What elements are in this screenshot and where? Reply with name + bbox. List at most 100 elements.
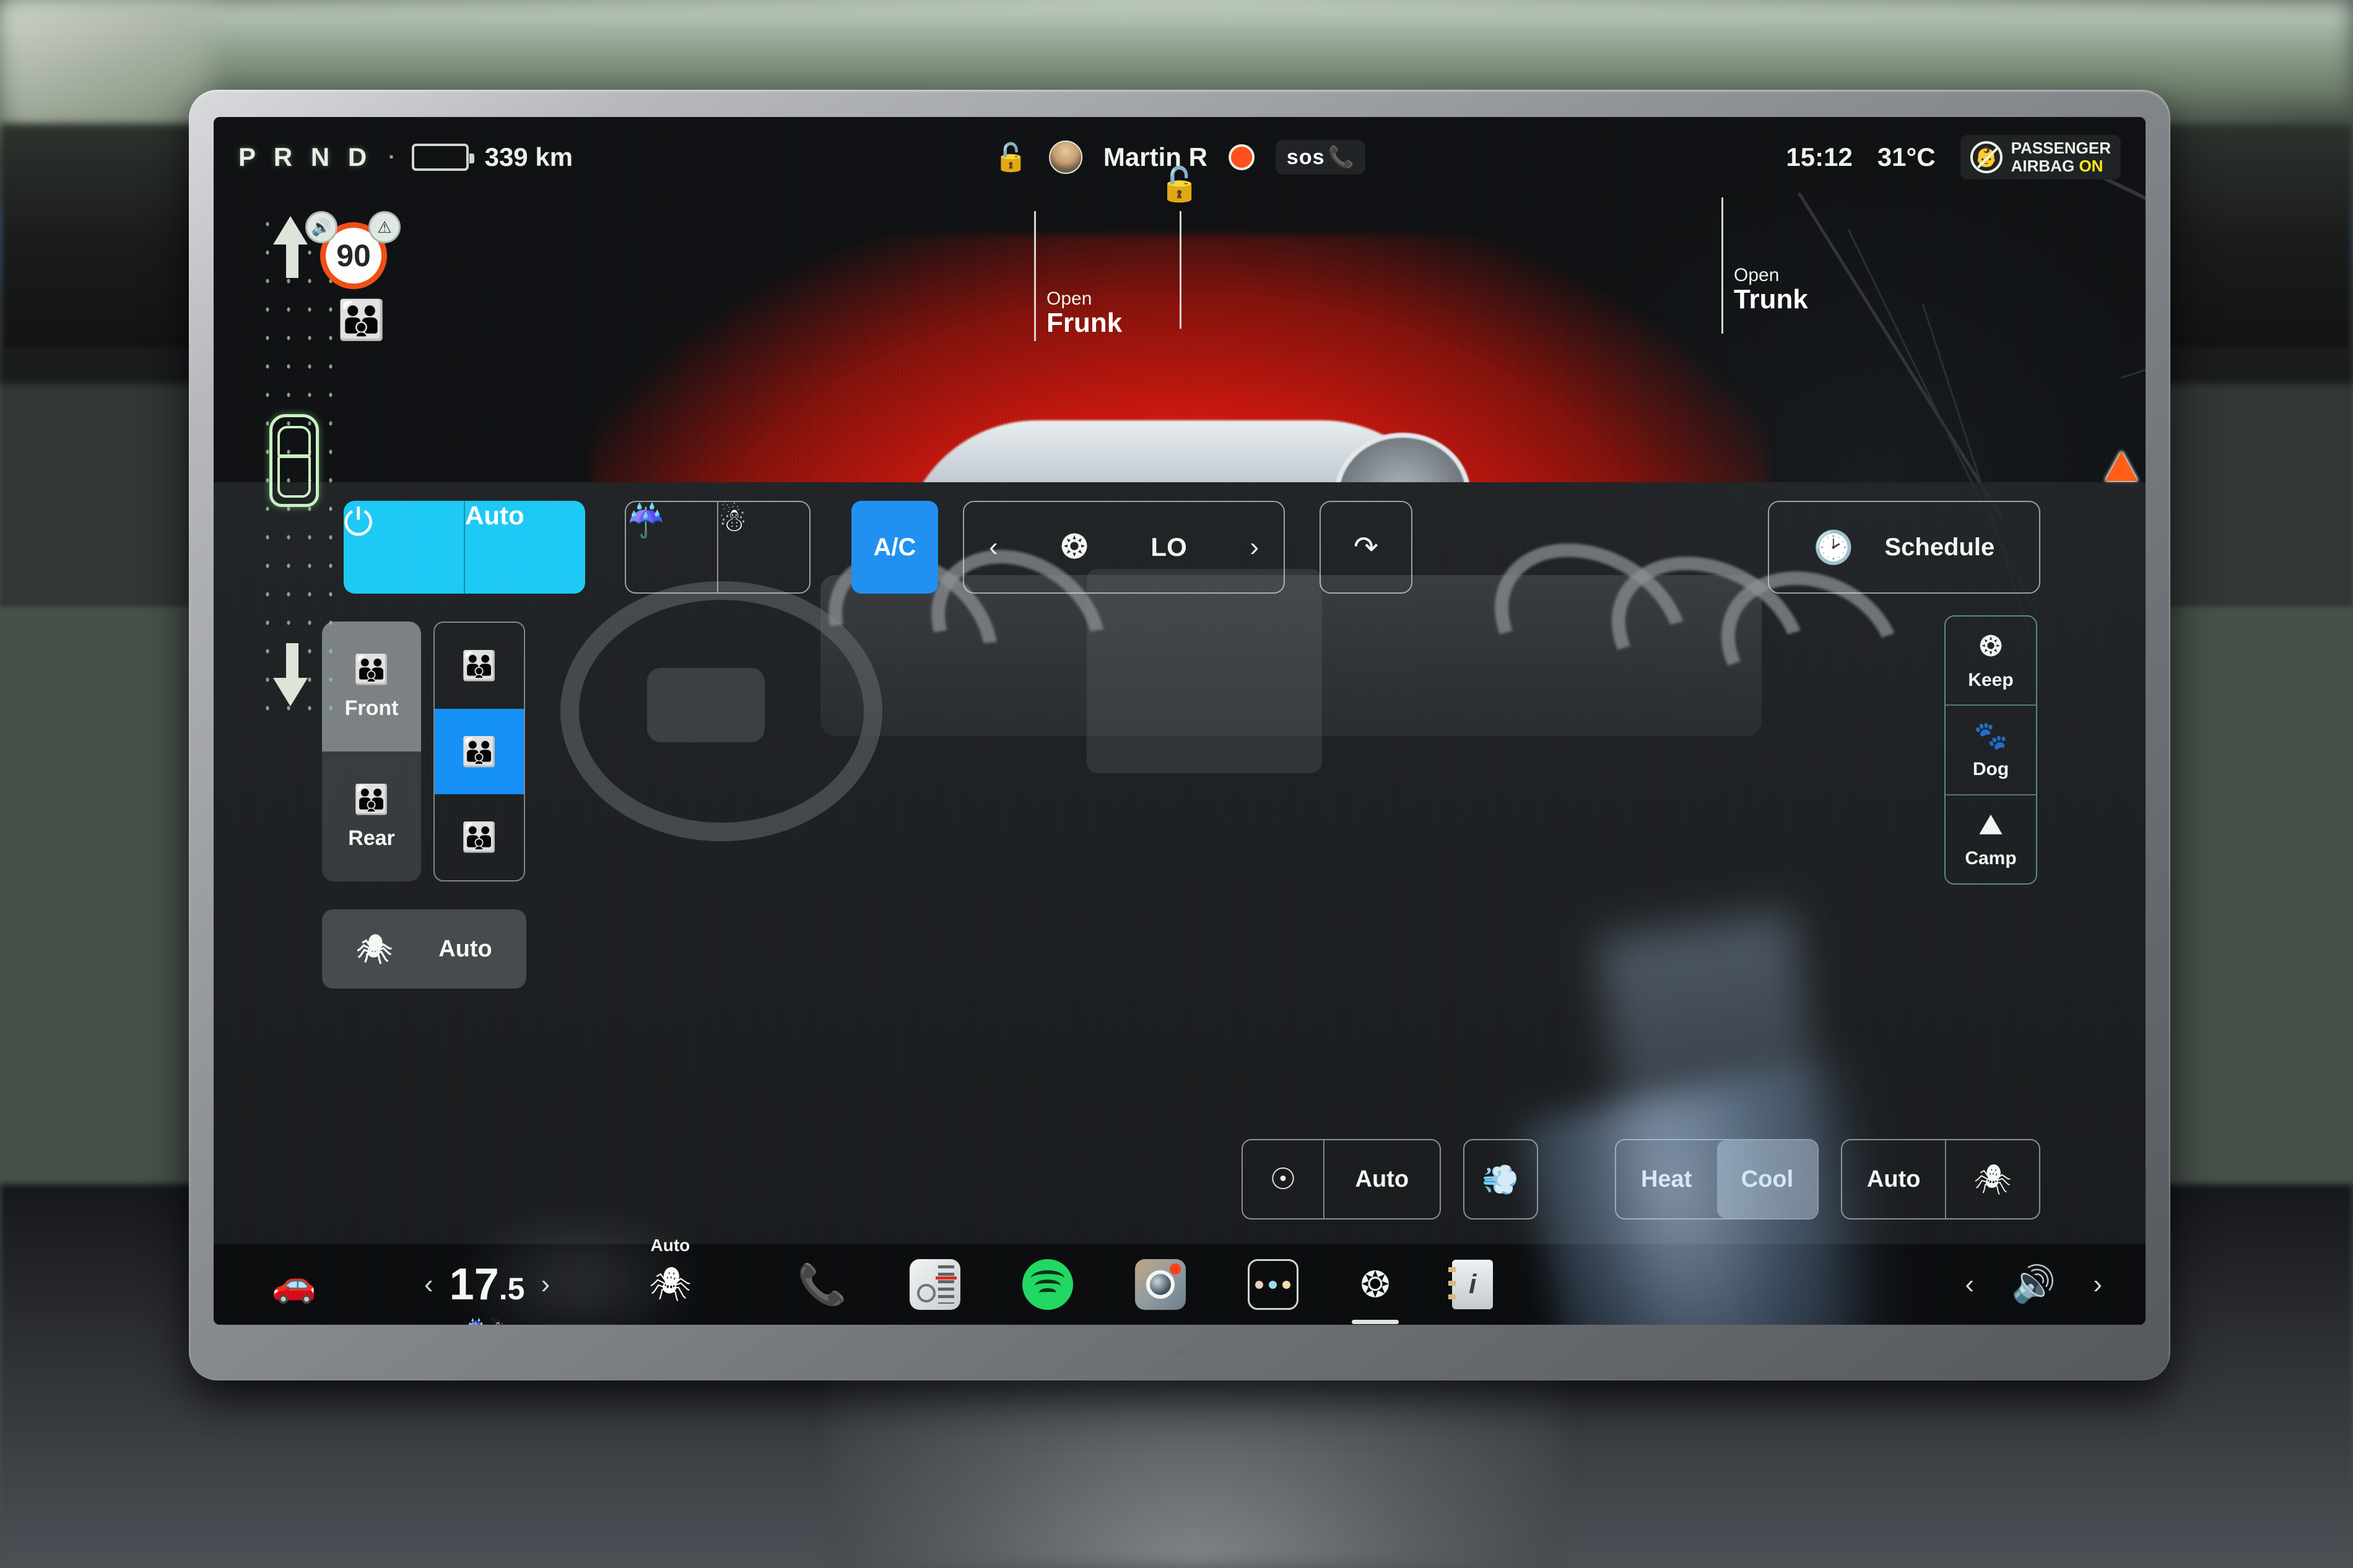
- profile-name[interactable]: Martin R: [1103, 142, 1207, 172]
- keep-climate-button[interactable]: ❂ Keep: [1946, 617, 2036, 706]
- status-bar-left: P R N D · 339 km: [238, 142, 573, 172]
- camp-label: Camp: [1965, 847, 2017, 868]
- steering-auto-button[interactable]: Auto: [1324, 1140, 1440, 1218]
- owners-manual-icon[interactable]: i: [1448, 1260, 1494, 1309]
- bottom-dock: 🚗 ‹ 17.5 › ☔☃ Auto 🕷 📞: [214, 1236, 2146, 1325]
- volume-decrease-button[interactable]: ‹: [1965, 1269, 1974, 1300]
- arrow-down-stem: [286, 643, 298, 679]
- phone-icon[interactable]: 📞: [797, 1259, 848, 1310]
- fan-decrease-button[interactable]: ‹: [989, 532, 998, 563]
- car-front-icon[interactable]: 🚗: [257, 1263, 331, 1306]
- zone-rear-button[interactable]: 👪 Rear: [322, 752, 421, 881]
- speaker-icon: 🔊: [305, 211, 337, 243]
- center-console-illustration: [1087, 569, 1322, 773]
- schedule-button[interactable]: 🕑 Schedule: [1768, 501, 2040, 594]
- schedule-label: Schedule: [1884, 533, 1995, 561]
- defrost-group[interactable]: ☔ ☃: [625, 501, 811, 594]
- defrost-pair-icon: ☔☃: [466, 1318, 508, 1325]
- temp-whole: 17: [449, 1260, 499, 1309]
- fan-speed-value: LO: [1150, 532, 1187, 561]
- defrost-rear-icon[interactable]: ☃: [718, 502, 809, 592]
- radio-tuner-icon[interactable]: [909, 1259, 960, 1310]
- temperature-value: 17.5: [450, 1259, 525, 1310]
- status-badge: 👶 PASSENGER AIRBAG ON: [1960, 135, 2121, 180]
- temp-increase-button[interactable]: ›: [541, 1269, 550, 1300]
- avatar[interactable]: [1048, 141, 1082, 174]
- fan-icon[interactable]: ❂: [1351, 1263, 1399, 1324]
- speaker-volume-icon[interactable]: 🔊: [2011, 1263, 2056, 1306]
- trunk-callout-label: Trunk: [1734, 284, 1808, 314]
- climate-bottom-row: ☉ Auto 💨 Heat Cool Auto 🕷: [1242, 1139, 2040, 1219]
- camera-icon[interactable]: [1134, 1259, 1186, 1310]
- lock-status-icon[interactable]: 🔓: [994, 141, 1028, 173]
- fan-icon: ❂: [1061, 529, 1088, 565]
- frunk-callout-label: Frunk: [1046, 307, 1123, 338]
- volume-increase-button[interactable]: ›: [2093, 1269, 2102, 1300]
- climate-top-row: ⏻ Auto ☔ ☃ A/C ‹ ❂ LO › ↷ 🕑 Schedule: [344, 501, 2040, 594]
- heat-button[interactable]: Heat: [1616, 1140, 1717, 1218]
- camera-record-indicator: [1169, 1263, 1181, 1275]
- dog-mode-button[interactable]: 🐾 Dog: [1946, 706, 2036, 795]
- airflow-up-icon[interactable]: 👪: [435, 623, 524, 709]
- battery-gauge[interactable]: [411, 144, 474, 171]
- dock-seat-auto-label: Auto: [650, 1235, 690, 1255]
- spotify-icon[interactable]: [1022, 1259, 1073, 1310]
- radio-bars: [937, 1265, 954, 1304]
- seatbelt-warning-icon: 👪: [337, 299, 386, 342]
- gear-indicator: P R N D: [238, 142, 373, 171]
- seat-heater-auto-button[interactable]: 🕷 Auto: [322, 909, 526, 989]
- tent-moon-icon: ⛰: [1979, 809, 2003, 840]
- camp-mode-button[interactable]: ⛰ Camp: [1946, 795, 2036, 883]
- zone-rear-label: Rear: [348, 826, 395, 850]
- temperature-stepper[interactable]: ‹ 17.5 › ☔☃: [424, 1259, 550, 1325]
- dog-label: Dog: [1972, 759, 2009, 780]
- outside-temperature: 31°C: [1877, 142, 1936, 171]
- clock: 15:12: [1786, 142, 1853, 171]
- airflow-down-icon[interactable]: 👪: [435, 794, 524, 880]
- heat-cool-selector[interactable]: Heat Cool: [1614, 1139, 1819, 1219]
- climate-auto-button[interactable]: Auto: [465, 501, 585, 594]
- active-app-indicator: [1351, 1320, 1399, 1324]
- volume-control[interactable]: ‹ 🔊 ›: [1965, 1263, 2102, 1306]
- range-readout: 339 km: [484, 142, 573, 171]
- dock-seat-heater[interactable]: Auto 🕷: [649, 1236, 692, 1304]
- temp-decimal: .5: [498, 1271, 525, 1306]
- ac-button[interactable]: A/C: [851, 501, 938, 594]
- open-frunk-callout[interactable]: Open Frunk: [1046, 289, 1122, 337]
- steering-wheel-heat-group[interactable]: ☉ Auto: [1242, 1139, 1441, 1219]
- seat-group-auto-button[interactable]: Auto: [1842, 1140, 1945, 1218]
- windshield-road: [0, 0, 211, 136]
- airbag-line-2: AIRBAG: [2011, 157, 2075, 175]
- airflow-direction-selector[interactable]: 👪 👪 👪: [433, 622, 525, 881]
- cabin-overheat-modes[interactable]: ❂ Keep 🐾 Dog ⛰ Camp: [1944, 615, 2037, 885]
- clock-icon: 🕑: [1813, 529, 1854, 566]
- recirculate-icon[interactable]: ↷: [1320, 501, 1412, 594]
- cool-button[interactable]: Cool: [1716, 1140, 1818, 1218]
- climate-control-panel[interactable]: ⏻ Auto ☔ ☃ A/C ‹ ❂ LO › ↷ 🕑 Schedule 👪 F…: [214, 482, 2146, 1244]
- passenger-seat-heat-group[interactable]: Auto 🕷: [1841, 1139, 2040, 1219]
- trunk-callout-prefix: Open: [1734, 265, 1780, 285]
- warning-triangle-icon: ⚠: [368, 211, 401, 243]
- driving-visualization-panel: 90 🔊 ⚠ 👪: [238, 210, 418, 724]
- defrost-front-icon[interactable]: ☔: [626, 502, 717, 592]
- heated-seat-icon[interactable]: 🕷: [1946, 1140, 2039, 1218]
- status-bar: P R N D · 339 km 🔓 Martin R sos 📞 15:12 …: [214, 117, 2146, 197]
- airflow-face-icon[interactable]: 👪: [435, 708, 524, 795]
- fan-increase-button[interactable]: ›: [1250, 532, 1259, 563]
- fan-speed-control[interactable]: ‹ ❂ LO ›: [963, 501, 1285, 594]
- temp-decrease-button[interactable]: ‹: [424, 1269, 433, 1300]
- tesla-touchscreen[interactable]: 🔓 Open Frunk Open Trunk P R N D · 339 km…: [214, 117, 2146, 1325]
- arrow-up-stem: [286, 242, 298, 278]
- arrow-down-icon: [273, 678, 308, 706]
- sos-label: sos: [1286, 145, 1325, 169]
- wiper-defrost-icon[interactable]: 💨: [1463, 1139, 1538, 1219]
- heated-steering-wheel-icon[interactable]: ☉: [1243, 1140, 1323, 1218]
- sos-button[interactable]: sos 📞: [1275, 140, 1365, 175]
- camera-lens: [1146, 1270, 1175, 1299]
- touchscreen-bezel: 🔓 Open Frunk Open Trunk P R N D · 339 km…: [189, 90, 2170, 1380]
- open-trunk-callout[interactable]: Open Trunk: [1734, 266, 1808, 314]
- status-bar-right: 15:12 31°C 👶 PASSENGER AIRBAG ON: [1786, 135, 2121, 180]
- ellipsis-icon[interactable]: [1247, 1259, 1298, 1310]
- record-dot-icon[interactable]: [1228, 144, 1255, 170]
- heated-seat-icon: 🕷: [649, 1265, 692, 1303]
